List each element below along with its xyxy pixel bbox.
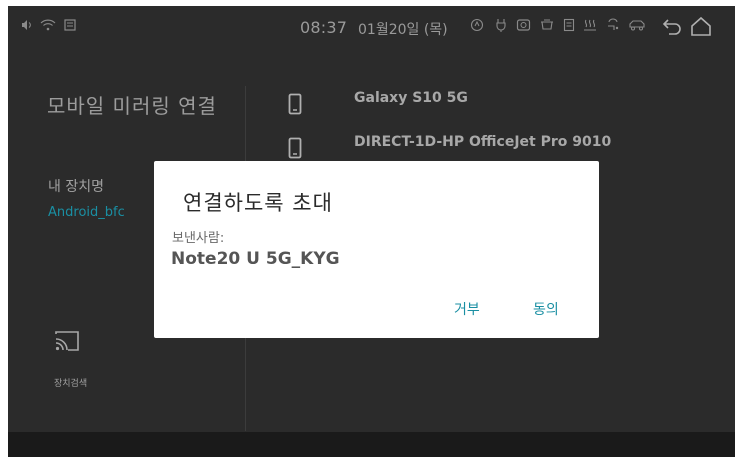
cast-icon <box>55 331 79 351</box>
decline-button[interactable]: 거부 <box>454 299 480 319</box>
phone-icon <box>288 93 302 115</box>
page-title: 모바일 미러링 연결 <box>47 94 217 118</box>
media-icon <box>470 18 484 37</box>
phone-icon <box>288 137 302 159</box>
bottom-bar <box>8 432 735 457</box>
status-bar: 08:37 01월20일 (목) <box>8 6 735 50</box>
device-list-item-label: Galaxy S10 5G <box>354 90 468 106</box>
sd-card-icon <box>63 18 77 37</box>
rear-defrost-icon <box>563 18 575 37</box>
clock: 08:37 <box>300 18 348 37</box>
car-icon <box>628 18 646 37</box>
volume-icon[interactable] <box>20 18 34 37</box>
date: 01월20일 (목) <box>358 22 448 38</box>
sender-name: Note20 U 5G_KYG <box>171 249 340 269</box>
accept-button[interactable]: 동의 <box>533 299 559 319</box>
device-list-item[interactable]: Galaxy S10 5G <box>284 90 724 120</box>
dialog-title: 연결하도록 초대 <box>183 191 333 215</box>
invitation-dialog: 연결하도록 초대 보낸사람: Note20 U 5G_KYG 거부 동의 <box>154 161 599 338</box>
search-devices-button[interactable]: 장치검색 <box>44 324 104 394</box>
charging-icon <box>495 18 507 37</box>
seat-icon <box>539 18 555 37</box>
home-icon[interactable] <box>690 16 712 41</box>
search-devices-label: 장치검색 <box>54 379 88 389</box>
device-name-value: Android_bfc <box>48 205 125 220</box>
screen: 08:37 01월20일 (목) 모바일 미러링 연결 내 장치명 Androi… <box>8 6 735 457</box>
seat-heat-icon <box>583 18 597 37</box>
device-list-item[interactable]: DIRECT-1D-HP OfficeJet Pro 9010 <box>284 134 724 164</box>
back-icon[interactable] <box>661 17 683 40</box>
sender-label: 보낸사람: <box>172 231 225 246</box>
device-list-item-label: DIRECT-1D-HP OfficeJet Pro 9010 <box>354 134 612 150</box>
device-name-label: 내 장치명 <box>48 179 104 195</box>
fan-icon <box>606 18 620 37</box>
wifi-icon[interactable] <box>40 18 56 37</box>
camera-icon <box>516 18 531 37</box>
